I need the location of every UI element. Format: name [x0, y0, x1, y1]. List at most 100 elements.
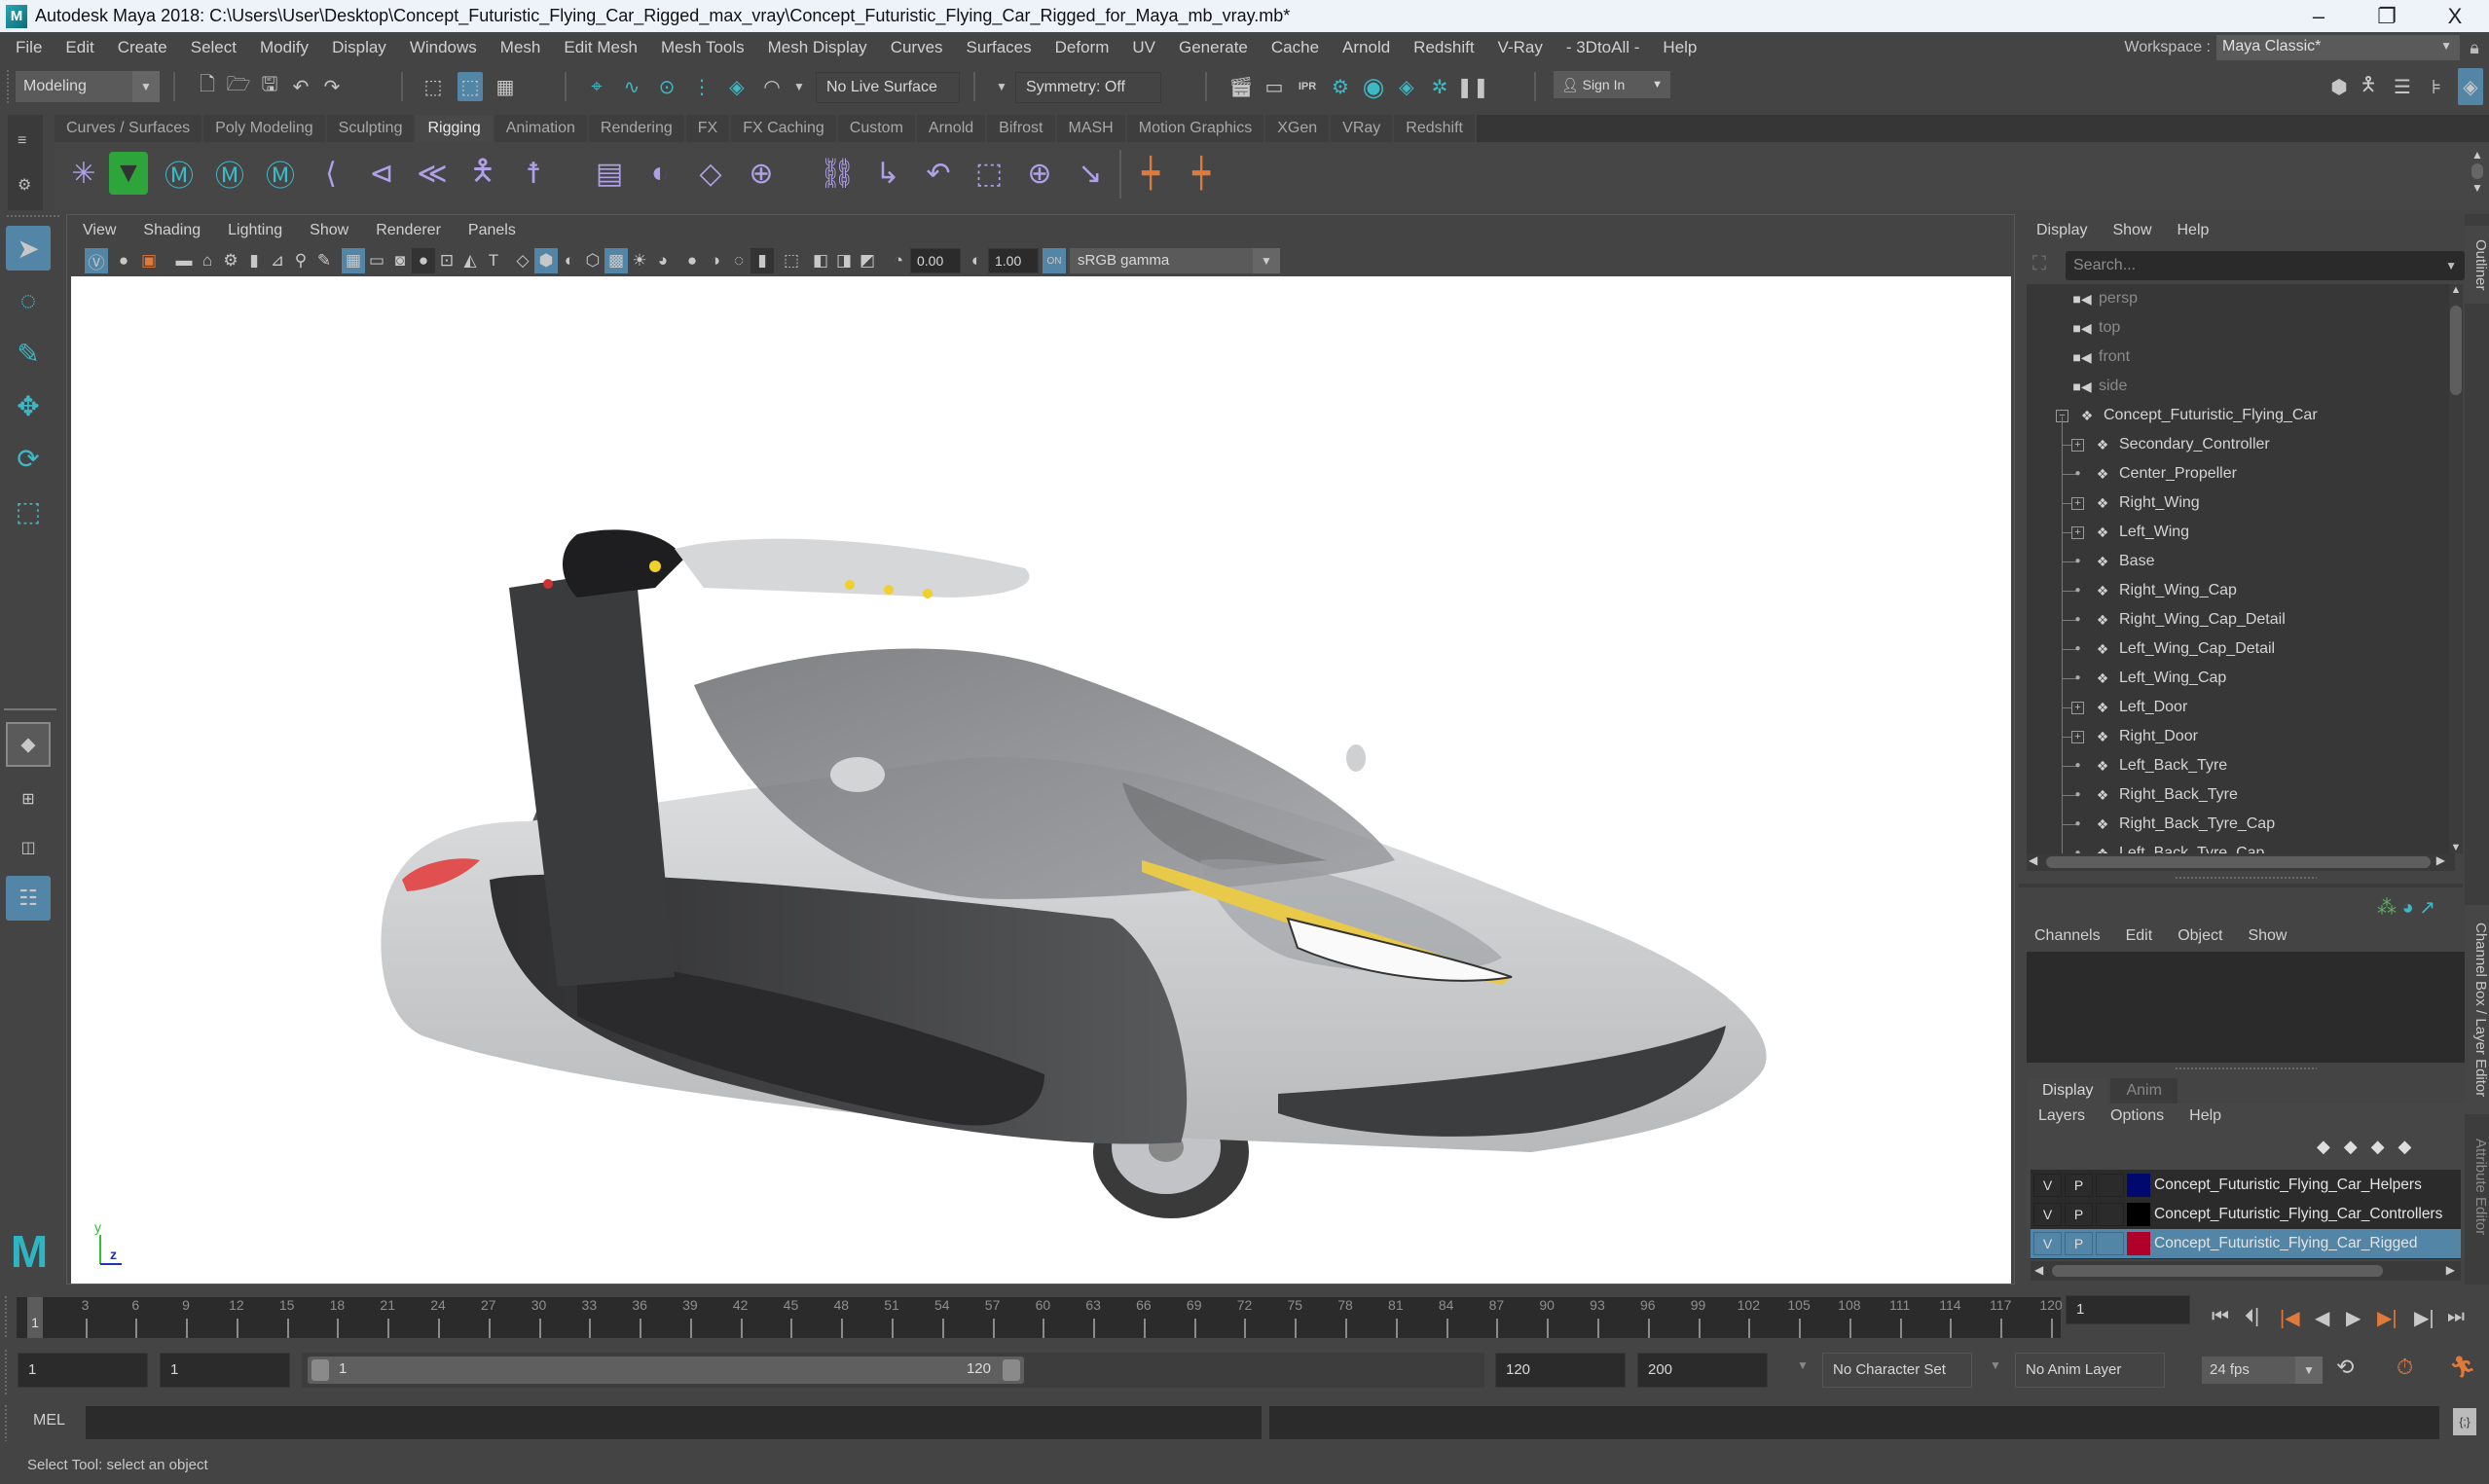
scroll-right-icon[interactable]: ▶: [2446, 1263, 2455, 1277]
sign-in-button[interactable]: 👤︎ Sign In ▼: [1554, 71, 1670, 98]
expand-icon[interactable]: +: [2071, 701, 2084, 714]
menu-arnold[interactable]: Arnold: [1331, 38, 1402, 57]
script-editor-icon[interactable]: {;}: [2453, 1408, 2476, 1435]
bind-skin-icon[interactable]: ▤: [590, 152, 629, 195]
maya-icon-3[interactable]: Ⓜ: [261, 152, 300, 195]
resolution-gate-icon[interactable]: ◙: [388, 248, 412, 273]
shelf-tab-mash[interactable]: MASH: [1056, 115, 1127, 142]
shelf-tab-xgen[interactable]: XGen: [1265, 115, 1332, 142]
default-material-icon[interactable]: ◐: [558, 248, 581, 273]
channel-box-toggle-icon[interactable]: ◈: [2458, 68, 2483, 105]
single-view-layout-icon[interactable]: ⬥: [6, 722, 51, 767]
rotate-tool-icon[interactable]: ⟳: [6, 436, 51, 481]
fps-dropdown[interactable]: 24 fps ▼: [2202, 1357, 2323, 1384]
joint-tool-icon[interactable]: ⟨: [311, 152, 350, 195]
camera-attributes-icon[interactable]: ▬: [172, 248, 196, 273]
outliner-item[interactable]: + ❖ Right_Wing: [2071, 489, 2200, 518]
chevron-down-icon[interactable]: ▼: [1990, 1358, 2001, 1372]
light-editor-icon[interactable]: ✲: [1427, 72, 1452, 101]
pole-vector-icon[interactable]: ↘: [1071, 152, 1110, 195]
menu-edit-mesh[interactable]: Edit Mesh: [552, 38, 649, 57]
quick-rig-icon[interactable]: ☨: [514, 152, 553, 195]
shelf-tab-motion-graphics[interactable]: Motion Graphics: [1126, 115, 1266, 142]
camera-select-icon[interactable]: ▣: [137, 248, 161, 273]
outliner-item[interactable]: + ❖ Left_Wing: [2071, 518, 2189, 547]
layers-menu-layers[interactable]: Layers: [2038, 1107, 2085, 1125]
2d-pan-zoom-icon[interactable]: ⚲: [289, 248, 312, 273]
shadows-icon[interactable]: ◕: [651, 248, 675, 273]
shelf-tab-arnold[interactable]: Arnold: [916, 115, 988, 142]
minimize-button[interactable]: –: [2285, 0, 2353, 32]
scroll-left-icon[interactable]: ◀: [2029, 853, 2037, 867]
menu-display[interactable]: Display: [320, 38, 398, 57]
select-tool-icon[interactable]: ➤: [6, 226, 51, 271]
shelf-menu-icon[interactable]: ≡: [18, 132, 26, 150]
exposure-icon[interactable]: ◔: [887, 248, 910, 273]
move-layer-down-icon[interactable]: ◆: [2344, 1137, 2371, 1156]
select-component-icon[interactable]: ▦: [493, 72, 518, 101]
two-view-layout-icon[interactable]: ◫: [6, 825, 51, 870]
viewport-menu-renderer[interactable]: Renderer: [362, 222, 455, 239]
snap-grid-icon[interactable]: ⌖: [584, 72, 609, 101]
expand-icon[interactable]: +: [2071, 730, 2084, 743]
attribute-editor-toggle-icon[interactable]: ☰: [2390, 72, 2415, 101]
move-layer-up-icon[interactable]: ◆: [2317, 1137, 2344, 1156]
menu-create[interactable]: Create: [106, 38, 179, 57]
pause-render-icon[interactable]: ❚❚: [1456, 72, 1489, 101]
shelf-tab-vray[interactable]: VRay: [1331, 115, 1395, 142]
shelf-tab-fx-caching[interactable]: FX Caching: [731, 115, 838, 142]
menu-cache[interactable]: Cache: [1260, 38, 1331, 57]
render-settings-icon[interactable]: ⚙: [1328, 72, 1353, 101]
outliner-item[interactable]: + ❖ Secondary_Controller: [2071, 430, 2270, 459]
wireframe-on-shaded-icon[interactable]: ⬡: [581, 248, 604, 273]
image-plane-icon[interactable]: ⊿: [266, 248, 289, 273]
menu-select[interactable]: Select: [179, 38, 248, 57]
move-tool-icon[interactable]: ✥: [6, 383, 51, 428]
attribute-editor-side-tab[interactable]: Attribute Editor: [2465, 1119, 2489, 1255]
range-start-handle[interactable]: [311, 1359, 329, 1381]
layer-display-type-toggle[interactable]: [2096, 1232, 2124, 1255]
viewport-menu-lighting[interactable]: Lighting: [214, 222, 296, 239]
safe-title-icon[interactable]: T: [482, 248, 505, 273]
menu-file[interactable]: File: [0, 38, 54, 57]
lock-icon[interactable]: 🔒︎: [2460, 38, 2489, 58]
menu-3dtoall[interactable]: - 3DtoAll -: [1555, 38, 1652, 57]
menu-mesh[interactable]: Mesh: [489, 38, 553, 57]
outliner-vertical-scrollbar[interactable]: ▲ ▼: [2449, 284, 2463, 853]
menu-help[interactable]: Help: [1651, 38, 1708, 57]
layer-color-swatch[interactable]: [2127, 1232, 2150, 1255]
channels-menu-edit[interactable]: Edit: [2126, 927, 2153, 945]
menu-windows[interactable]: Windows: [398, 38, 489, 57]
expand-icon[interactable]: +: [2071, 496, 2084, 510]
layer-color-swatch[interactable]: [2127, 1174, 2150, 1197]
outliner-item-top[interactable]: ■◀ top: [2069, 313, 2120, 343]
menu-uv[interactable]: UV: [1120, 38, 1167, 57]
animation-preferences-icon[interactable]: 🏃︎: [2449, 1355, 2476, 1380]
paint-select-tool-icon[interactable]: ✎: [6, 331, 51, 376]
layer-visibility-toggle[interactable]: V: [2033, 1174, 2062, 1197]
snap-curve-icon[interactable]: ∿: [619, 72, 644, 101]
lattice-icon[interactable]: ◇: [691, 152, 730, 195]
menu-vray[interactable]: V-Ray: [1486, 38, 1555, 57]
close-button[interactable]: X: [2421, 0, 2489, 32]
shelf-tab-animation[interactable]: Animation: [494, 115, 589, 142]
snap-surface-icon[interactable]: ◈: [724, 72, 750, 101]
menu-modify[interactable]: Modify: [248, 38, 320, 57]
menu-edit[interactable]: Edit: [54, 38, 105, 57]
motion-blur-icon[interactable]: ◑: [704, 248, 727, 273]
isolate-select-icon[interactable]: ⬚: [780, 248, 803, 273]
gate-mask-icon[interactable]: ●: [412, 248, 435, 273]
range-end-handle[interactable]: [1003, 1359, 1020, 1381]
exposure-field[interactable]: 0.00: [910, 248, 961, 273]
menu-mesh-display[interactable]: Mesh Display: [756, 38, 879, 57]
menu-curves[interactable]: Curves: [879, 38, 955, 57]
outliner-item[interactable]: ● ❖ Right_Back_Tyre: [2071, 780, 2237, 810]
viewport-menu-view[interactable]: View: [67, 222, 129, 239]
menu-surfaces[interactable]: Surfaces: [955, 38, 1043, 57]
shelf-tab-sculpting[interactable]: Sculpting: [326, 115, 417, 142]
shelf-scrollbar[interactable]: ▲ ▼: [2471, 148, 2485, 204]
layer-playback-toggle[interactable]: P: [2065, 1174, 2093, 1197]
step-back-frame-button[interactable]: |◀: [2280, 1306, 2300, 1330]
step-forward-frame-button[interactable]: ▶|: [2377, 1306, 2397, 1330]
character-set-field[interactable]: No Character Set: [1822, 1353, 1972, 1388]
